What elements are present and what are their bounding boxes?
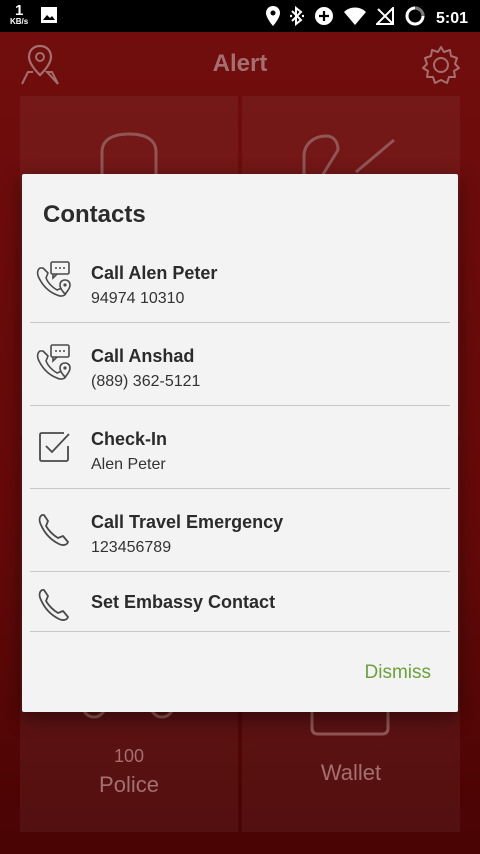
contact-title: Call Travel Emergency bbox=[91, 512, 284, 532]
battery-icon bbox=[404, 5, 426, 32]
contacts-dialog: Contacts Call Alen Peter 94974 10310 Cal… bbox=[22, 174, 458, 712]
speed-value: 1 bbox=[14, 2, 24, 19]
data-saver-icon bbox=[314, 6, 334, 31]
contact-title: Call Alen Peter bbox=[91, 263, 218, 283]
contact-subtitle: Alen Peter bbox=[91, 456, 166, 473]
contact-subtitle: (889) 362-5121 bbox=[91, 373, 201, 390]
contact-title: Check-In bbox=[91, 429, 168, 449]
contact-title: Set Embassy Contact bbox=[91, 592, 276, 612]
image-icon bbox=[40, 6, 58, 29]
phone-icon bbox=[34, 584, 74, 624]
contact-subtitle: 94974 10310 bbox=[91, 290, 185, 307]
speed-unit: KB/s bbox=[10, 17, 29, 26]
wifi-icon bbox=[343, 7, 366, 30]
bluetooth-icon bbox=[289, 5, 305, 31]
call-message-icon bbox=[34, 343, 74, 383]
status-bar: 1 KB/s 5:01 bbox=[0, 0, 480, 32]
clock: 5:01 bbox=[435, 9, 468, 27]
contact-list: Call Alen Peter 94974 10310 Call Anshad … bbox=[30, 240, 450, 632]
checkbox-icon bbox=[34, 426, 74, 466]
location-icon bbox=[265, 6, 280, 31]
dismiss-button[interactable]: Dismiss bbox=[365, 662, 432, 684]
no-sim-icon bbox=[374, 5, 394, 30]
contact-item-call-travel-emergency[interactable]: Call Travel Emergency 123456789 bbox=[30, 489, 450, 572]
contact-subtitle: 123456789 bbox=[91, 539, 172, 556]
call-message-icon bbox=[34, 260, 74, 300]
contact-title: Call Anshad bbox=[91, 346, 195, 366]
dialog-title: Contacts bbox=[43, 201, 146, 228]
contact-item-call-anshad[interactable]: Call Anshad (889) 362-5121 bbox=[30, 323, 450, 406]
contact-item-set-embassy-contact[interactable]: Set Embassy Contact bbox=[30, 572, 450, 632]
phone-icon bbox=[34, 509, 74, 549]
contact-item-check-in[interactable]: Check-In Alen Peter bbox=[30, 406, 450, 489]
network-speed: 1 KB/s bbox=[10, 3, 28, 26]
contact-item-call-alen-peter[interactable]: Call Alen Peter 94974 10310 bbox=[30, 240, 450, 323]
